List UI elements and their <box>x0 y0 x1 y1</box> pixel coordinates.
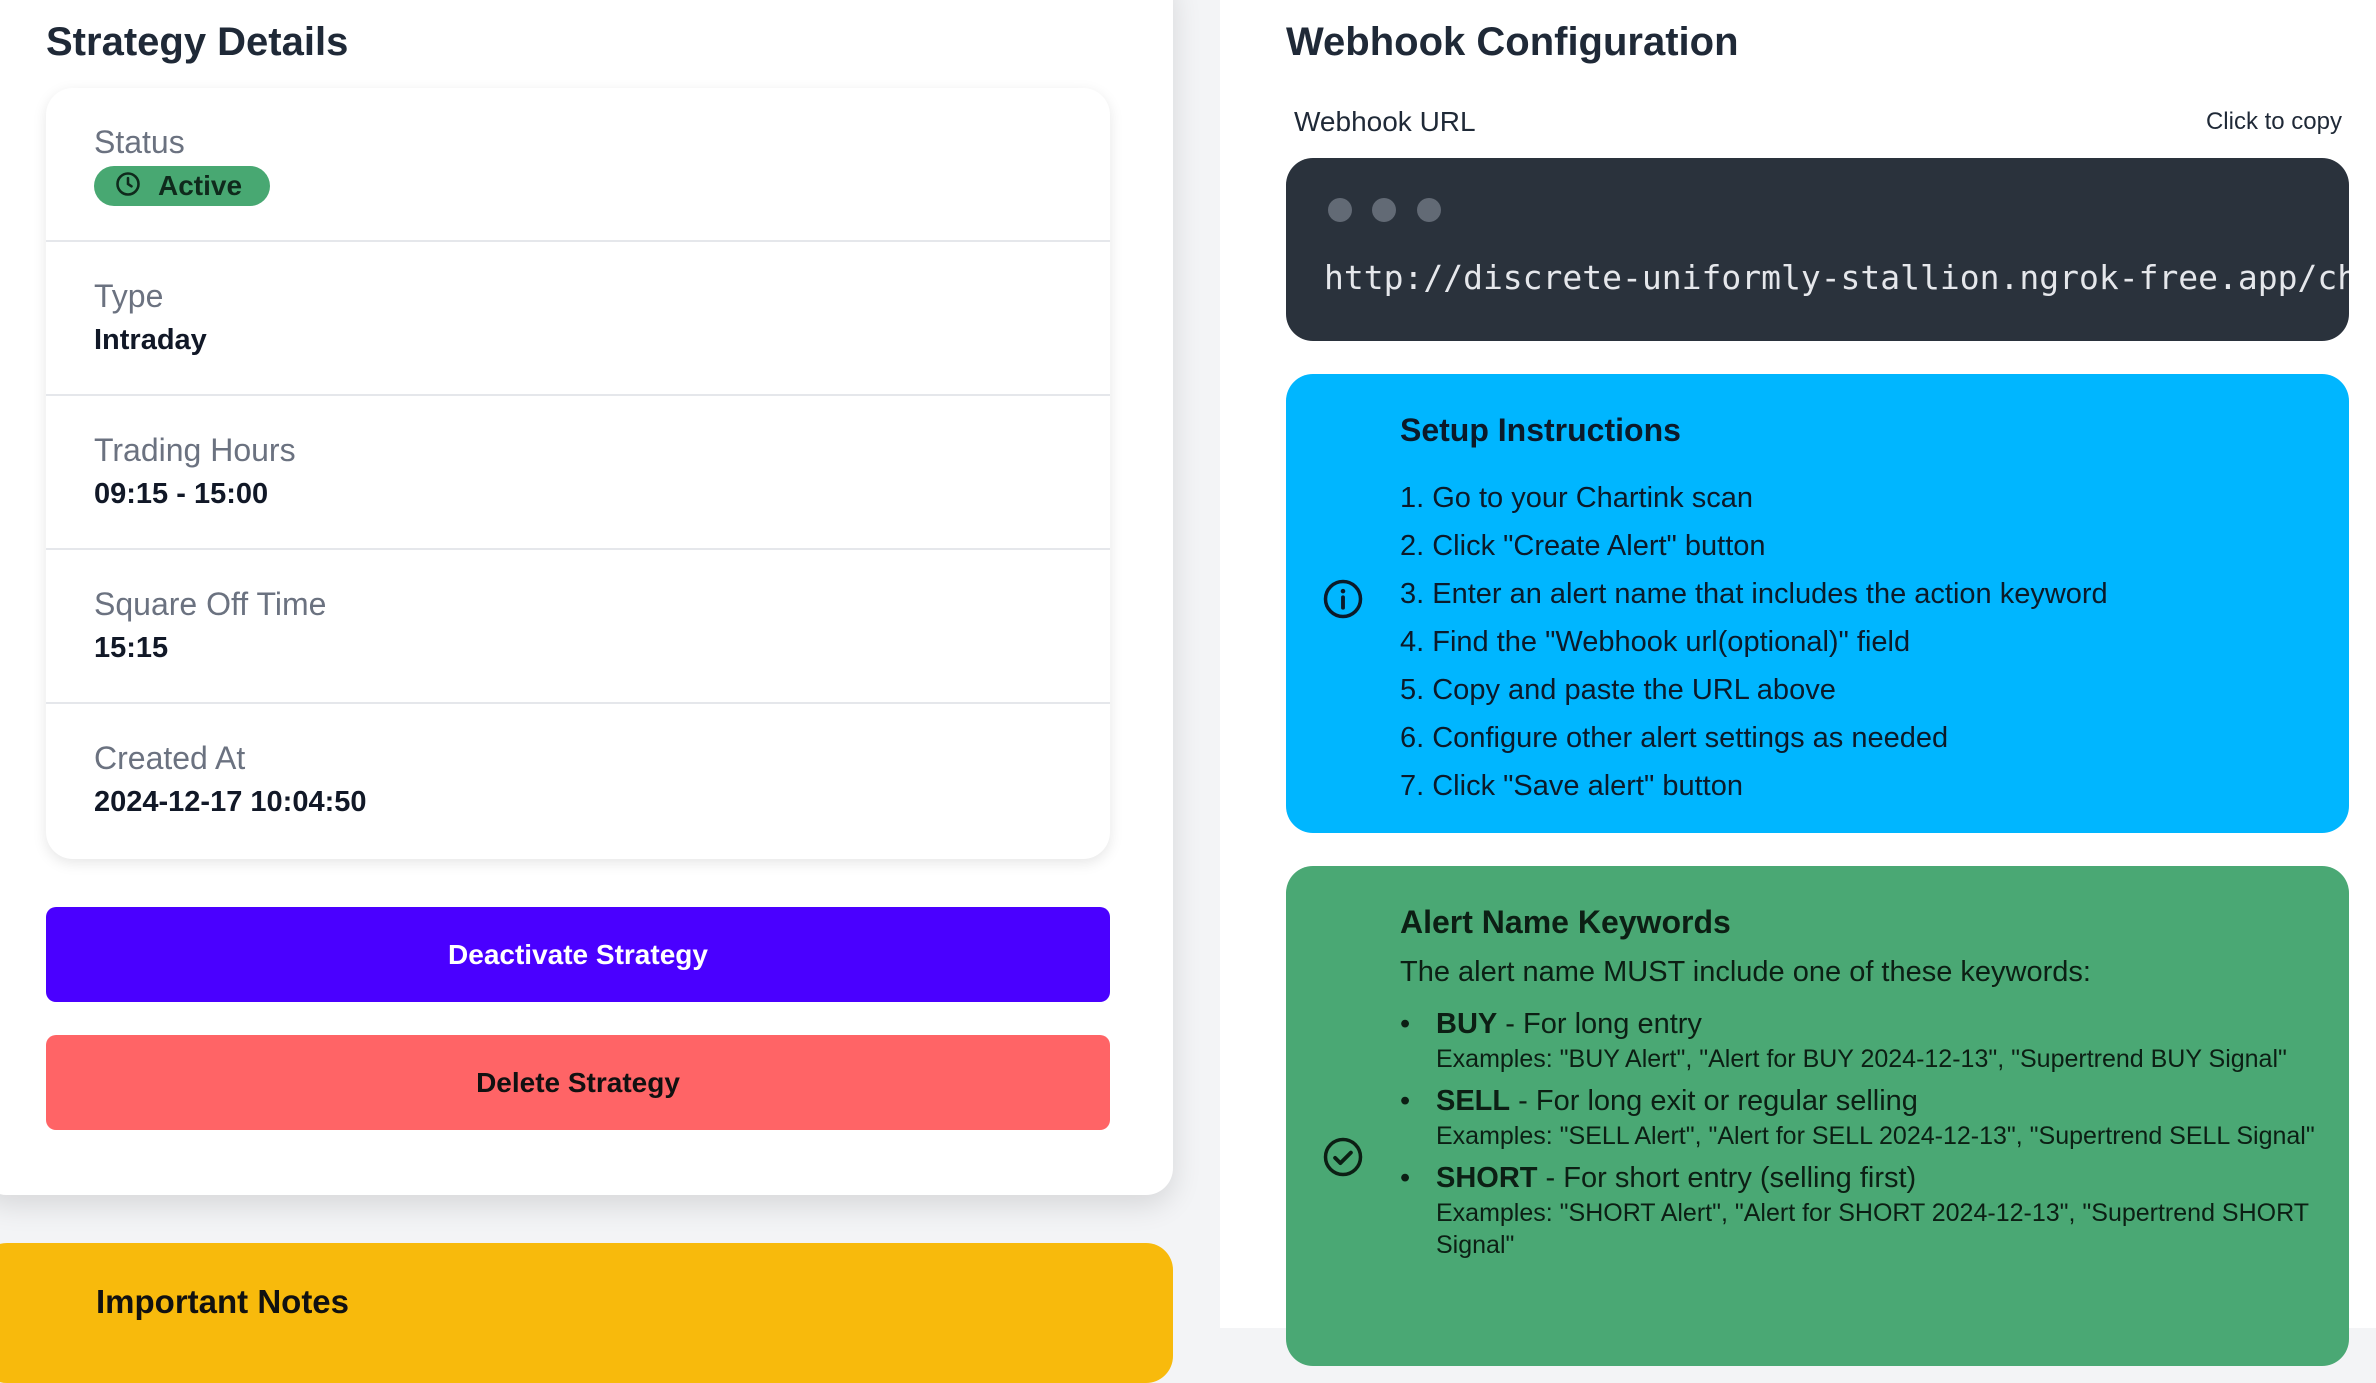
setup-step: 7. Click "Save alert" button <box>1400 770 1743 802</box>
check-circle-icon <box>1322 1136 1364 1183</box>
trading-hours-value: 09:15 - 15:00 <box>94 478 269 510</box>
deactivate-strategy-button[interactable]: Deactivate Strategy <box>46 907 1110 1002</box>
keyword-name: SELL <box>1436 1085 1511 1117</box>
webhook-config-title: Webhook Configuration <box>1286 20 1739 64</box>
webhook-url-box[interactable]: http://discrete-uniformly-stallion.ngrok… <box>1286 158 2349 341</box>
keyword-item-buy: • BUY - For long entry Examples: "BUY Al… <box>1400 1008 2320 1075</box>
keyword-list: • BUY - For long entry Examples: "BUY Al… <box>1400 1008 2320 1271</box>
keyword-examples: Examples: "SHORT Alert", "Alert for SHOR… <box>1436 1199 2309 1259</box>
setup-step: 6. Configure other alert settings as nee… <box>1400 722 1949 754</box>
setup-instructions-box: Setup Instructions 1. Go to your Chartin… <box>1286 374 2349 833</box>
square-off-label: Square Off Time <box>94 586 327 622</box>
click-to-copy-hint[interactable]: Click to copy <box>2206 108 2342 136</box>
delete-strategy-button[interactable]: Delete Strategy <box>46 1035 1110 1130</box>
important-notes-title: Important Notes <box>96 1283 350 1320</box>
square-off-row: Square Off Time 15:15 <box>46 550 1110 704</box>
strategy-details-title: Strategy Details <box>46 20 349 64</box>
status-badge: Active <box>94 166 270 206</box>
type-value: Intraday <box>94 324 207 356</box>
setup-step: 5. Copy and paste the URL above <box>1400 674 1836 706</box>
alert-keywords-box: Alert Name Keywords The alert name MUST … <box>1286 866 2349 1366</box>
trading-hours-row: Trading Hours 09:15 - 15:00 <box>46 396 1110 550</box>
keyword-item-short: • SHORT - For short entry (selling first… <box>1400 1162 2320 1261</box>
strategy-details-card: Status Active Type Intraday Trading Hour… <box>46 88 1110 859</box>
setup-step: 2. Click "Create Alert" button <box>1400 530 1766 562</box>
clock-icon <box>114 170 142 203</box>
window-dot-icon <box>1417 198 1441 222</box>
keyword-desc: - For long entry <box>1497 1008 1702 1040</box>
keyword-name: SHORT <box>1436 1162 1538 1194</box>
setup-step: 3. Enter an alert name that includes the… <box>1400 578 2108 610</box>
setup-instructions-title: Setup Instructions <box>1400 412 1681 448</box>
keyword-examples: Examples: "BUY Alert", "Alert for BUY 20… <box>1436 1045 2287 1073</box>
bullet-icon: • <box>1400 1008 1411 1040</box>
alert-keywords-title: Alert Name Keywords <box>1400 904 1731 940</box>
bullet-icon: • <box>1400 1162 1411 1194</box>
info-circle-icon <box>1322 578 1364 625</box>
created-at-row: Created At 2024-12-17 10:04:50 <box>46 704 1110 858</box>
window-dot-icon <box>1328 198 1352 222</box>
type-label: Type <box>94 278 164 314</box>
important-notes-card: Important Notes <box>0 1243 1173 1383</box>
bullet-icon: • <box>1400 1085 1411 1117</box>
created-at-value: 2024-12-17 10:04:50 <box>94 786 367 818</box>
alert-keywords-intro: The alert name MUST include one of these… <box>1400 956 2091 988</box>
status-value: Active <box>158 170 243 201</box>
keyword-item-sell: • SELL - For long exit or regular sellin… <box>1400 1085 2320 1152</box>
setup-step: 1. Go to your Chartink scan <box>1400 482 1753 514</box>
webhook-url-text[interactable]: http://discrete-uniformly-stallion.ngrok… <box>1324 258 2349 297</box>
square-off-value: 15:15 <box>94 632 169 664</box>
status-label: Status <box>94 124 185 160</box>
keyword-desc: - For short entry (selling first) <box>1537 1162 1917 1194</box>
keyword-name: BUY <box>1436 1008 1498 1040</box>
setup-steps-list: 1. Go to your Chartink scan 2. Click "Cr… <box>1400 474 2108 810</box>
webhook-url-label: Webhook URL <box>1294 106 1476 137</box>
keyword-examples: Examples: "SELL Alert", "Alert for SELL … <box>1436 1122 2315 1150</box>
window-dot-icon <box>1372 198 1396 222</box>
status-row: Status Active <box>46 88 1110 242</box>
type-row: Type Intraday <box>46 242 1110 396</box>
setup-step: 4. Find the "Webhook url(optional)" fiel… <box>1400 626 1911 658</box>
trading-hours-label: Trading Hours <box>94 432 296 468</box>
created-at-label: Created At <box>94 740 246 776</box>
keyword-desc: - For long exit or regular selling <box>1510 1085 1918 1117</box>
